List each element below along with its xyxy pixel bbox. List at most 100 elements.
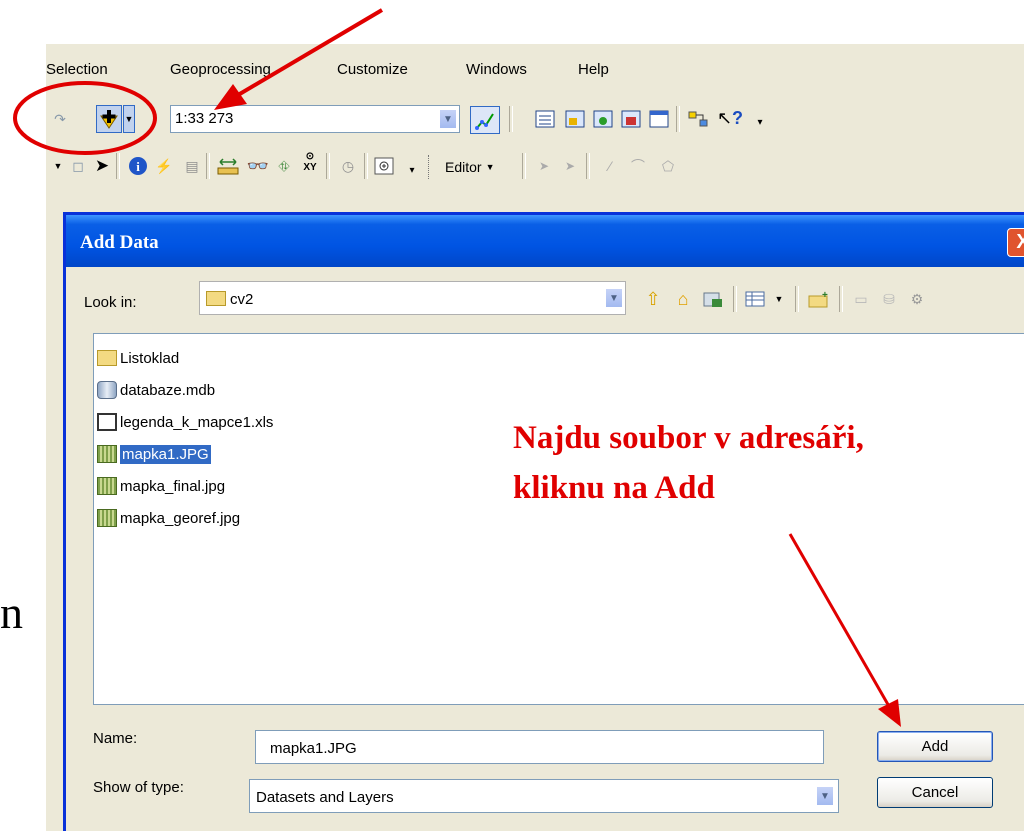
- background-text-fragment: n: [0, 587, 23, 638]
- time-slider-icon[interactable]: ◷: [336, 154, 360, 178]
- identify-icon[interactable]: i: [126, 154, 150, 178]
- python-window-icon[interactable]: [647, 107, 671, 131]
- list-item[interactable]: mapka_georef.jpg: [97, 506, 240, 530]
- file-name: mapka_final.jpg: [120, 477, 226, 495]
- list-item[interactable]: legenda_k_mapce1.xls: [97, 410, 273, 434]
- catalog-glyph-icon: [565, 110, 585, 128]
- edit-annotation-icon[interactable]: ➤: [558, 154, 582, 178]
- file-name: legenda_k_mapce1.xls: [120, 413, 274, 431]
- menu-help[interactable]: Help: [578, 61, 609, 79]
- xy-glyph: XY: [303, 162, 317, 173]
- menu-bar: Selection Geoprocessing Customize Window…: [46, 44, 1024, 78]
- view-dropdown-icon[interactable]: ▼: [767, 287, 791, 311]
- arctoolbox-icon[interactable]: [619, 107, 643, 131]
- menu-customize[interactable]: Customize: [337, 61, 408, 79]
- add-button[interactable]: Add: [877, 731, 993, 762]
- close-button[interactable]: X: [1007, 228, 1024, 257]
- redo-icon[interactable]: ↷: [48, 107, 72, 131]
- menu-geoprocessing[interactable]: Geoprocessing: [170, 61, 271, 79]
- table-of-contents-icon[interactable]: [533, 107, 557, 131]
- straight-segment-icon[interactable]: ⁄: [598, 154, 622, 178]
- annotation-line-1: Najdu soubor v adresáři,: [513, 420, 864, 456]
- chevron-down-icon[interactable]: ▼: [439, 109, 457, 129]
- toolbar-separator: [586, 153, 590, 179]
- file-name: mapka1.JPG: [120, 444, 211, 464]
- close-icon: X: [1016, 231, 1024, 253]
- type-value: Datasets and Layers: [256, 789, 394, 806]
- connect-to-folder-icon[interactable]: [701, 287, 725, 311]
- folder-disabled-icon[interactable]: ▭: [849, 287, 873, 311]
- whats-this-button[interactable]: ↖?: [717, 106, 744, 130]
- measure-icon[interactable]: [216, 154, 240, 178]
- svg-text:i: i: [136, 159, 140, 174]
- magnifier-window-icon[interactable]: [372, 154, 396, 178]
- file-name: databaze.mdb: [120, 381, 216, 399]
- catalog-window-icon[interactable]: [563, 107, 587, 131]
- name-input[interactable]: mapka1.JPG: [255, 730, 824, 764]
- type-select[interactable]: Datasets and Layers ▼: [249, 779, 839, 813]
- model-builder-icon[interactable]: [686, 107, 710, 131]
- menu-selection[interactable]: Selection: [46, 61, 108, 79]
- folder-icon: [97, 350, 117, 366]
- toolbar-separator: [509, 106, 513, 132]
- toc-glyph-icon: [535, 110, 555, 128]
- database-disabled-icon[interactable]: ⛁: [877, 287, 901, 311]
- file-list: Listoklad databaze.mdb legenda_k_mapce1.…: [93, 333, 1024, 705]
- editor-toolbar-icon[interactable]: [470, 106, 500, 134]
- help-glyph: ?: [732, 107, 744, 128]
- menu-windows[interactable]: Windows: [466, 61, 527, 79]
- dialog-title-bar[interactable]: Add Data X: [66, 215, 1024, 267]
- list-item[interactable]: Listoklad: [97, 346, 179, 370]
- search-glyph-icon: [593, 110, 613, 128]
- toolbar-options-icon[interactable]: ▾: [748, 110, 772, 134]
- home-folder-icon[interactable]: ⌂: [671, 287, 695, 311]
- toolbox-disabled-icon[interactable]: ⚙: [905, 287, 929, 311]
- toolbar-separator: [206, 153, 210, 179]
- search-window-icon[interactable]: [591, 107, 615, 131]
- end-point-arc-icon[interactable]: ⌒: [626, 154, 650, 178]
- toolbar-options-icon[interactable]: ▾: [400, 158, 424, 182]
- toolbar-separator: [839, 286, 843, 312]
- raster-icon: [97, 509, 117, 527]
- go-to-xy-icon[interactable]: ⊙ XY: [298, 150, 322, 174]
- scale-combobox[interactable]: 1:33 273 ▼: [170, 105, 460, 133]
- ruler-glyph-icon: [217, 158, 239, 175]
- target-glyph: ⊙: [305, 151, 315, 162]
- trace-icon[interactable]: ⬠: [656, 154, 680, 178]
- new-folder-icon[interactable]: +: [807, 287, 831, 311]
- editor-label: Editor: [445, 159, 482, 175]
- toolbar-separator: [676, 106, 680, 132]
- annotation-text: Najdu soubor v adresáři, kliknu na Add: [513, 413, 864, 513]
- list-item[interactable]: mapka_final.jpg: [97, 474, 225, 498]
- cancel-button[interactable]: Cancel: [877, 777, 993, 808]
- svg-text:+: +: [822, 290, 828, 301]
- edit-tool-icon[interactable]: ➤: [532, 154, 556, 178]
- add-button-label: Add: [921, 738, 949, 755]
- select-elements-icon[interactable]: ◻: [66, 154, 90, 178]
- look-in-label: Look in:: [84, 294, 137, 311]
- list-item[interactable]: databaze.mdb: [97, 378, 215, 402]
- tools-toolbar: ▼ ◻ ➤ i ⚡ ▤ 👓 ⛗ ⊙ XY ◷ ▾ Editor ▼ ➤ ➤ ⁄ ⌒ …: [46, 142, 1024, 190]
- folder-icon: [206, 291, 226, 306]
- scale-value: 1:33 273: [175, 110, 234, 127]
- view-list-icon[interactable]: [743, 287, 767, 311]
- list-item-selected[interactable]: mapka1.JPG: [97, 442, 211, 466]
- add-data-dropdown[interactable]: ▼: [123, 105, 135, 133]
- editor-menu[interactable]: Editor ▼: [428, 155, 519, 179]
- add-data-button[interactable]: [96, 105, 122, 133]
- hyperlink-icon[interactable]: ⚡: [152, 154, 176, 178]
- type-label: Show of type:: [93, 779, 184, 796]
- html-popup-icon[interactable]: ▤: [180, 154, 204, 178]
- connect-glyph-icon: [703, 292, 722, 307]
- new-folder-glyph-icon: +: [808, 290, 828, 308]
- select-pointer-icon[interactable]: ➤: [90, 154, 114, 178]
- find-binoculars-icon[interactable]: 👓: [246, 154, 270, 178]
- find-route-icon[interactable]: ⛗: [272, 154, 296, 178]
- chevron-down-icon[interactable]: ▼: [816, 786, 834, 806]
- cancel-button-label: Cancel: [911, 784, 959, 801]
- chevron-down-icon[interactable]: ▼: [605, 288, 623, 308]
- python-glyph-icon: [649, 110, 669, 128]
- look-in-combobox[interactable]: cv2 ▼: [199, 281, 626, 315]
- up-one-level-icon[interactable]: ⇧: [641, 287, 665, 311]
- file-name: Listoklad: [120, 349, 180, 367]
